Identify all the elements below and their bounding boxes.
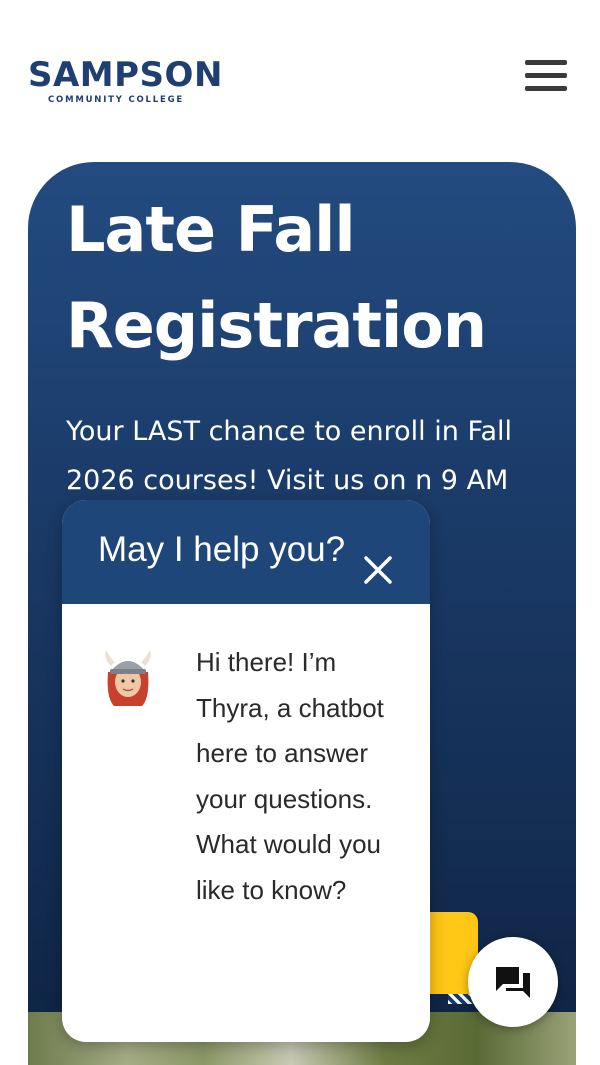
close-icon[interactable] [360,552,396,588]
college-logo[interactable]: SAMPSON COMMUNITY COLLEGE [28,55,228,110]
menu-bar [525,60,567,65]
logo-subtitle: COMMUNITY COLLEGE [48,95,184,105]
chat-bubbles-icon [496,967,530,998]
menu-bar [525,73,567,78]
chat-header: May I help you? [62,500,430,604]
chat-bot-message: Hi there! I’m Thyra, a chatbot here to a… [196,647,384,905]
hero-title-line: Late Fall [66,193,356,266]
viking-avatar-icon [102,648,154,712]
hero-title-line: Registration [66,289,487,362]
menu-bar [525,86,567,91]
chat-window: May I help you? Hi there! I’m Thyra, a c… [62,500,430,1042]
logo-wordmark: SAMPSON [28,55,223,95]
chat-launcher-button[interactable] [468,937,558,1027]
hero-title: Late Fall Registration [66,182,546,374]
hamburger-menu-icon[interactable] [525,60,567,100]
site-header: SAMPSON COMMUNITY COLLEGE [0,0,600,150]
chat-title: May I help you? [98,530,346,569]
